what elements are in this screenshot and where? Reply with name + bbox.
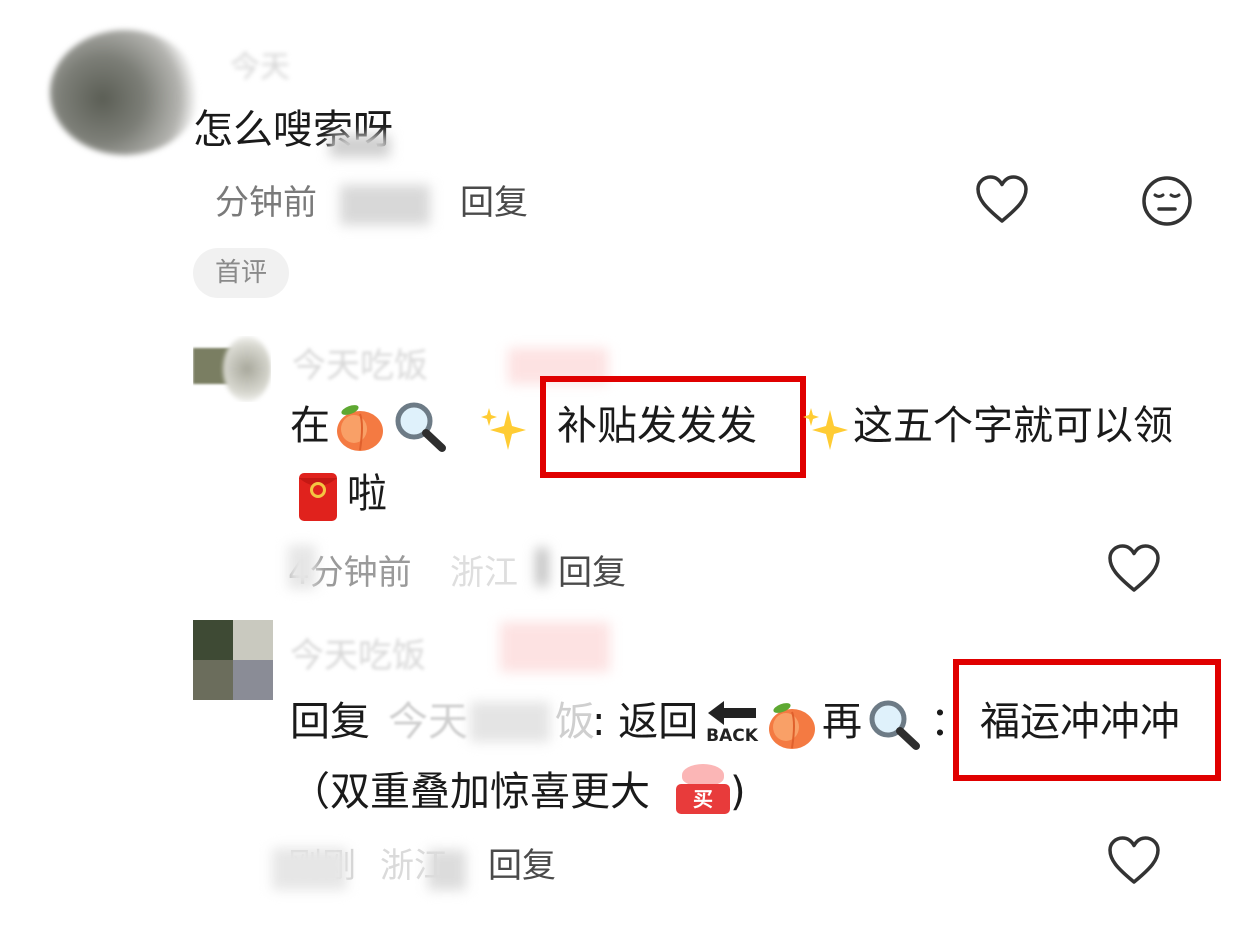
reply-button[interactable]: 回复 (460, 175, 528, 224)
reply-to-user-end: 饭 (555, 699, 595, 745)
back-label: BACK (706, 726, 758, 746)
reply-button[interactable]: 回复 (488, 838, 556, 887)
buy-sticker-emoji: 买 (676, 764, 730, 816)
text-prefix: 在 (290, 403, 330, 449)
avatar[interactable] (40, 10, 215, 170)
back-arrow-emoji: BACK (704, 698, 760, 748)
avatar[interactable] (193, 336, 271, 402)
blurred-time (272, 848, 347, 890)
peach-emoji (337, 405, 383, 451)
comment-author[interactable]: 今天 (230, 42, 290, 94)
heart-icon[interactable] (1107, 544, 1161, 594)
blurred-location (428, 850, 466, 890)
magnifier-emoji (869, 700, 920, 750)
blurred-username (330, 135, 390, 157)
comment-text-again: 再 (822, 699, 862, 745)
magnifier-emoji (395, 402, 446, 452)
comment-time: 分钟前 (215, 183, 317, 223)
red-envelope-emoji (299, 473, 337, 521)
comment-author[interactable]: 今天吃饭 (290, 630, 426, 682)
blurred-username (470, 702, 550, 742)
highlighted-keyword: 补贴发发发 (557, 403, 757, 449)
highlighted-keyword: 福运冲冲冲 (980, 699, 1180, 745)
peach-emoji (769, 703, 815, 749)
reply-prefix: 回复 (290, 699, 370, 745)
avatar[interactable] (193, 620, 273, 700)
comment-text-line2: （双重叠加惊喜更大 (290, 769, 650, 815)
heart-icon[interactable] (1107, 836, 1161, 886)
sparkles-emoji (803, 408, 848, 450)
comment-author[interactable]: 今天吃饭 (292, 340, 428, 392)
comment-text: 在 (290, 400, 330, 452)
reply-button[interactable]: 回复 (558, 545, 626, 594)
dislike-face-icon[interactable] (1140, 174, 1194, 228)
sparkles-emoji (481, 408, 526, 450)
first-comment-badge: 首评 (193, 248, 289, 298)
comment-text-line2-end: ) (730, 769, 746, 815)
heart-icon[interactable] (975, 175, 1029, 225)
blurred-time-digit (288, 545, 316, 589)
comment-text-suffix: 这五个字就可以领 (853, 403, 1173, 449)
buy-label: 买 (676, 784, 730, 814)
reply-to-user[interactable]: 今天 (388, 696, 468, 748)
comment-text: : 返回 (592, 699, 699, 745)
blurred-location (536, 548, 548, 586)
blurred-location (340, 185, 430, 225)
blurred-tag (500, 622, 610, 672)
comment-location: 浙江 (450, 553, 518, 593)
comment-text-line2: 啦 (347, 471, 387, 517)
